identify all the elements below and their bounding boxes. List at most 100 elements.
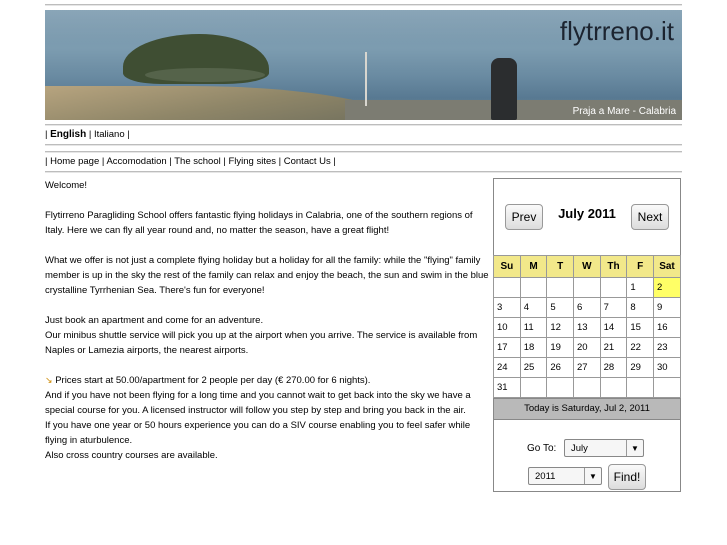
calendar-days: 1 2 3 4 5 6 7 8 9 10 11 12 13 14 15 16 17 18 19 20 21 22 23 24 2… [493,277,682,398]
calendar-day-cell[interactable]: 15 [626,317,654,338]
calendar-day-cell[interactable]: 5 [546,297,574,318]
goto-form: Go To: July ▼ 2011 ▼ Find! [494,420,680,500]
language-bar: | English | Italiano | [45,129,130,140]
calendar-day-cell[interactable]: 4 [519,297,548,318]
calendar-week-row: 3456789 [493,297,682,318]
nav-home[interactable]: Home page [50,156,99,167]
lang-english-link[interactable]: English [50,129,86,140]
nav-contact[interactable]: Contact Us [284,156,331,167]
calendar-empty-cell [493,277,521,298]
weekday-header: Th [599,255,628,278]
calendar-day-cell[interactable]: 1 [626,277,654,298]
calendar-day-cell[interactable]: 24 [493,357,521,378]
calendar-empty-cell [599,277,628,298]
calendar-empty-cell [599,377,628,398]
calendar-day-cell[interactable]: 18 [519,337,548,358]
calendar-day-cell[interactable]: 3 [493,297,521,318]
calendar-widget: Prev July 2011 Next Su M T W Th F Sat 12… [493,178,682,492]
calendar-day-cell[interactable]: 13 [573,317,601,338]
main-content: Welcome! Flytirreno Paragliding School o… [45,178,493,478]
prices-line: Prices start at 50.00/apartment for 2 pe… [55,375,371,386]
banner-pole [365,52,367,106]
calendar-grid: Su M T W Th F Sat 1 2 3 4 5 6 7 8 9 10 11 12 13 14 15 1… [493,255,682,398]
calendar-day-cell[interactable]: 10 [493,317,521,338]
calendar-day-cell[interactable]: 28 [599,357,628,378]
calendar-day-cell[interactable]: 29 [626,357,654,378]
weekday-header: T [546,255,574,278]
weekday-header: F [626,255,654,278]
nav-flying-sites[interactable]: Flying sites [228,156,276,167]
weekday-header: M [519,255,548,278]
calendar-day-cell[interactable]: 19 [546,337,574,358]
calendar-day-cell[interactable]: 30 [652,357,682,378]
calendar-month-label: July 2011 [558,206,616,221]
weekday-header: W [573,255,601,278]
banner-island-base [145,68,265,82]
booking-paragraph: Just book an apartment and come for an a… [45,313,493,358]
month-select-value: July [571,443,588,454]
siv-line: If you have one year or 50 hours experie… [45,420,471,446]
chevron-down-icon: ▼ [584,468,601,484]
calendar-day-cell[interactable]: 11 [519,317,548,338]
welcome-text: Welcome! [45,180,88,191]
calendar-day-cell[interactable]: 14 [599,317,628,338]
calendar-week-row: 24 25 26 27 28 29 30 [493,357,682,378]
calendar-week-row: 12 [493,277,682,298]
prices-paragraph: ↘ Prices start at 50.00/apartment for 2 … [45,373,493,463]
chevron-down-icon: ▼ [626,440,643,456]
shuttle-line: Our minibus shuttle service will pick yo… [45,330,478,356]
calendar-day-cell[interactable]: 17 [493,337,521,358]
main-nav: | Home page | Accomodation | The school … [45,156,336,167]
calendar-day-cell[interactable]: 31 [493,377,521,398]
divider [45,171,682,173]
calendar-day-cell[interactable]: 16 [652,317,682,338]
page-frame: flytrreno.it Praja a Mare - Calabria | E… [45,0,682,173]
find-button[interactable]: Find! [608,464,646,490]
site-title: flytrreno.it [559,16,674,46]
calendar-empty-cell [546,377,574,398]
calendar-day-cell[interactable]: 9 [652,297,682,318]
calendar-empty-cell [519,377,548,398]
calendar-day-cell[interactable]: 23 [652,337,682,358]
course-line: And if you have not been flying for a lo… [45,390,471,416]
intro-paragraph: Flytirreno Paragliding School offers fan… [45,210,473,236]
banner-caption: Praja a Mare - Calabria [572,106,676,117]
year-select-value: 2011 [535,471,556,482]
calendar-day-cell[interactable]: 2 [652,277,682,298]
calendar-empty-cell [519,277,548,298]
weekday-header: Su [493,255,521,278]
header-banner: flytrreno.it Praja a Mare - Calabria [45,10,682,120]
lang-italiano-link[interactable]: Italiano [94,129,125,140]
family-paragraph: What we offer is not just a complete fly… [45,255,489,296]
arrow-icon: ↘ [45,375,53,385]
calendar-day-cell[interactable]: 22 [626,337,654,358]
next-month-button[interactable]: Next [631,204,669,230]
weekday-header: Sat [652,255,682,278]
nav-accomodation[interactable]: Accomodation [106,156,166,167]
calendar-day-cell[interactable]: 25 [519,357,548,378]
cross-country-line: Also cross country courses are available… [45,450,218,461]
calendar-empty-cell [626,377,654,398]
year-select[interactable]: 2011 ▼ [528,467,602,485]
nav-school[interactable]: The school [174,156,220,167]
calendar-day-cell[interactable]: 21 [599,337,628,358]
banner-person [491,58,517,120]
calendar-day-cell[interactable]: 26 [546,357,574,378]
booking-line: Just book an apartment and come for an a… [45,315,264,326]
calendar-header: Prev July 2011 Next [494,179,680,255]
calendar-weekday-row: Su M T W Th F Sat [493,255,682,278]
calendar-empty-cell [573,377,601,398]
calendar-day-cell[interactable]: 6 [573,297,601,318]
today-bar[interactable]: Today is Saturday, Jul 2, 2011 [494,398,680,420]
calendar-day-cell[interactable]: 8 [626,297,654,318]
calendar-week-row: 17 18 19 20 21 22 23 [493,337,682,358]
goto-label: Go To: [527,443,557,454]
calendar-day-cell[interactable]: 12 [546,317,574,338]
calendar-day-cell[interactable]: 20 [573,337,601,358]
calendar-day-cell[interactable]: 27 [573,357,601,378]
calendar-day-cell[interactable]: 7 [599,297,628,318]
calendar-empty-cell [573,277,601,298]
month-select[interactable]: July ▼ [564,439,644,457]
calendar-week-row: 31 [493,377,682,398]
prev-month-button[interactable]: Prev [505,204,543,230]
